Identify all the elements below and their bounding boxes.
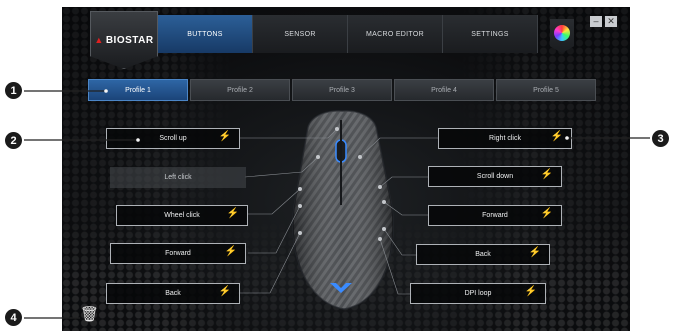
mouse-body — [292, 110, 394, 310]
bolt-icon: ⚡ — [540, 169, 553, 180]
callout-marker-2: 2 — [5, 132, 22, 149]
left-button-back-label: Back — [165, 290, 181, 297]
right-button-forward[interactable]: Forward ⚡ — [428, 205, 562, 226]
right-button-back-label: Back — [475, 251, 491, 258]
bolt-icon: ⚡ — [540, 208, 553, 219]
callout-marker-4: 4 — [5, 309, 22, 326]
bolt-icon: ⚡ — [218, 131, 231, 142]
left-button-scroll-up[interactable]: Scroll up ⚡ — [106, 128, 240, 149]
bolt-icon: ⚡ — [550, 131, 563, 142]
bolt-icon: ⚡ — [218, 286, 231, 297]
right-button-forward-label: Forward — [482, 212, 508, 219]
right-button-right-click[interactable]: Right click ⚡ — [438, 128, 572, 149]
right-button-back[interactable]: Back ⚡ — [416, 244, 550, 265]
bolt-icon: ⚡ — [524, 286, 537, 297]
right-button-scroll-down-label: Scroll down — [476, 173, 514, 180]
left-button-left-click[interactable]: Left click — [110, 167, 246, 188]
left-button-left-click-label: Left click — [164, 174, 192, 181]
app-window: ▲ BIOSTAR BUTTONS SENSOR MACRO EDITOR SE… — [62, 7, 630, 331]
bolt-icon: ⚡ — [226, 208, 239, 219]
right-button-scroll-down[interactable]: Scroll down ⚡ — [428, 166, 562, 187]
left-button-wheel-click[interactable]: Wheel click ⚡ — [116, 205, 248, 226]
bolt-icon: ⚡ — [224, 246, 237, 257]
right-button-right-click-label: Right click — [489, 135, 521, 142]
bolt-icon: ⚡ — [528, 247, 541, 258]
trash-icon[interactable]: 🗑 — [80, 305, 99, 323]
left-button-wheel-click-label: Wheel click — [164, 212, 200, 219]
right-button-dpi-loop[interactable]: DPI loop ⚡ — [410, 283, 546, 304]
callout-marker-1: 1 — [5, 82, 22, 99]
left-button-scroll-up-label: Scroll up — [159, 135, 187, 142]
left-button-forward-label: Forward — [165, 250, 191, 257]
left-button-forward[interactable]: Forward ⚡ — [110, 243, 246, 264]
right-button-dpi-loop-label: DPI loop — [464, 290, 492, 297]
left-button-back[interactable]: Back ⚡ — [106, 283, 240, 304]
callout-marker-3: 3 — [652, 130, 669, 147]
